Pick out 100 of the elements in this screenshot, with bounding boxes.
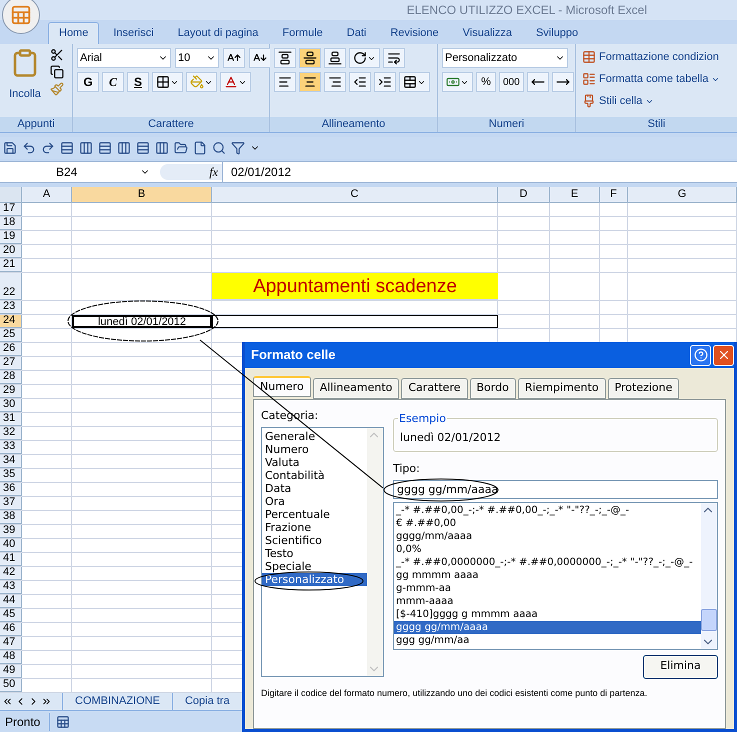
- row-header[interactable]: 29: [0, 385, 22, 398]
- decrease-decimal-button[interactable]: [552, 72, 574, 92]
- row-header[interactable]: 39: [0, 525, 22, 538]
- column-header[interactable]: F: [600, 187, 628, 202]
- row-header[interactable]: 28: [0, 371, 22, 384]
- grow-font-button[interactable]: [223, 48, 245, 68]
- toolbar-icon[interactable]: [136, 141, 150, 155]
- row-header[interactable]: 27: [0, 357, 22, 370]
- row-header[interactable]: 38: [0, 511, 22, 524]
- thousands-button[interactable]: 000: [499, 72, 524, 92]
- format-item[interactable]: 0,0%: [394, 542, 701, 556]
- format-item[interactable]: € #.##0,00: [394, 516, 701, 530]
- borders-button[interactable]: [152, 72, 183, 92]
- row-header[interactable]: 19: [0, 231, 22, 244]
- format-item[interactable]: _-* #.##0,0000000_-;-* #.##0,0000000_-;_-* "-"??_-;_-@_-: [394, 556, 701, 568]
- ribbon-tab[interactable]: Formule: [272, 22, 333, 44]
- row-header[interactable]: 26: [0, 343, 22, 356]
- format-item[interactable]: gggg gg/mm/aaaa: [394, 620, 701, 634]
- styles-menu-button[interactable]: Stili cella: [582, 92, 737, 110]
- row-header[interactable]: 35: [0, 469, 22, 482]
- toolbar-icon[interactable]: [193, 141, 207, 155]
- number-format-dropdown[interactable]: Personalizzato: [442, 48, 568, 68]
- first-sheet-icon[interactable]: [2, 696, 13, 707]
- shrink-font-button[interactable]: [249, 48, 271, 68]
- help-button[interactable]: [690, 344, 711, 366]
- styles-menu-button[interactable]: Formatta come tabella: [582, 70, 737, 88]
- row-header[interactable]: 45: [0, 609, 22, 622]
- category-item[interactable]: Valuta: [262, 456, 367, 468]
- paste-button[interactable]: Incolla: [4, 48, 46, 113]
- category-item[interactable]: Generale: [262, 430, 367, 442]
- ribbon-tab[interactable]: Layout di pagina: [168, 22, 268, 44]
- underline-button[interactable]: S: [127, 72, 149, 92]
- close-button[interactable]: [713, 344, 734, 366]
- ribbon-tab[interactable]: Visualizza: [452, 22, 522, 44]
- ribbon-tab[interactable]: Sviluppo: [526, 22, 588, 44]
- row-header[interactable]: 33: [0, 441, 22, 454]
- row-header[interactable]: 24: [0, 315, 22, 328]
- format-item[interactable]: ggg gg/mm/aa: [394, 634, 701, 646]
- formula-field[interactable]: 02/01/2012: [222, 162, 737, 182]
- row-header[interactable]: 47: [0, 637, 22, 650]
- category-item[interactable]: Personalizzato: [262, 572, 367, 586]
- dialog-tab[interactable]: Carattere: [401, 378, 468, 399]
- column-header[interactable]: B: [72, 187, 212, 202]
- row-header[interactable]: 25: [0, 329, 22, 342]
- active-cell[interactable]: lunedì 02/01/2012: [72, 315, 212, 328]
- cut-icon[interactable]: [50, 48, 64, 62]
- toolbar-icon[interactable]: [3, 141, 17, 155]
- toolbar-icon[interactable]: [155, 141, 169, 155]
- row-header[interactable]: 20: [0, 245, 22, 258]
- delete-button[interactable]: Elimina: [643, 654, 718, 678]
- vertical-align-button[interactable]: [299, 48, 321, 68]
- scroll-thumb[interactable]: [701, 608, 717, 630]
- toolbar-icon[interactable]: [174, 141, 188, 155]
- category-item[interactable]: Numero: [262, 442, 367, 456]
- row-header[interactable]: 50: [0, 679, 22, 692]
- row-header[interactable]: 40: [0, 539, 22, 552]
- row-header[interactable]: 34: [0, 455, 22, 468]
- dialog-tab[interactable]: Numero: [253, 376, 311, 397]
- row-header[interactable]: 36: [0, 483, 22, 496]
- category-item[interactable]: Speciale: [262, 560, 367, 572]
- toolbar-icon[interactable]: [22, 141, 36, 155]
- row-header[interactable]: 44: [0, 595, 22, 608]
- italic-button[interactable]: C: [102, 72, 124, 92]
- ribbon-tab[interactable]: Dati: [336, 22, 376, 44]
- copy-icon[interactable]: [50, 65, 64, 79]
- font-size-dropdown[interactable]: 10: [175, 48, 219, 68]
- row-header[interactable]: 22: [0, 273, 22, 300]
- column-header[interactable]: C: [212, 187, 498, 202]
- category-item[interactable]: Testo: [262, 546, 367, 560]
- format-item[interactable]: gg mmmm aaaa: [394, 568, 701, 582]
- category-item[interactable]: Ora: [262, 494, 367, 508]
- row-header[interactable]: 42: [0, 567, 22, 580]
- table-cell[interactable]: [212, 315, 498, 328]
- dialog-tab[interactable]: Riempimento: [518, 378, 606, 399]
- toolbar-icon[interactable]: [79, 141, 93, 155]
- row-header[interactable]: 37: [0, 497, 22, 510]
- bold-button[interactable]: G: [77, 72, 99, 92]
- dialog-tab[interactable]: Protezione: [608, 378, 680, 399]
- row-header[interactable]: 17: [0, 203, 22, 216]
- font-dropdown[interactable]: Arial: [77, 48, 171, 68]
- ribbon-tab[interactable]: Revisione: [380, 22, 449, 44]
- format-item[interactable]: g-mmm-aa: [394, 582, 701, 594]
- dialog-tab[interactable]: Bordo: [470, 378, 516, 399]
- name-box[interactable]: B24: [0, 163, 160, 181]
- vertical-align-button[interactable]: [324, 48, 346, 68]
- orientation-button[interactable]: [349, 48, 380, 68]
- wrap-text-button[interactable]: [383, 48, 405, 68]
- format-item[interactable]: _-* #.##0,00_-;-* #.##0,00_-;_-* "-"??_-;_-@_-: [394, 504, 701, 516]
- horizontal-align-button[interactable]: [274, 72, 296, 92]
- horizontal-align-button[interactable]: [324, 72, 346, 92]
- category-item[interactable]: Frazione: [262, 520, 367, 534]
- row-header[interactable]: 48: [0, 651, 22, 664]
- type-field[interactable]: gggg gg/mm/aaaa: [393, 480, 718, 498]
- font-color-button[interactable]: [220, 72, 251, 92]
- row-header[interactable]: 43: [0, 581, 22, 594]
- format-item[interactable]: mmm-aaaa: [394, 594, 701, 608]
- horizontal-align-button[interactable]: [299, 72, 321, 92]
- category-item[interactable]: Percentuale: [262, 508, 367, 520]
- row-header[interactable]: 41: [0, 553, 22, 566]
- percent-button[interactable]: %: [476, 72, 496, 92]
